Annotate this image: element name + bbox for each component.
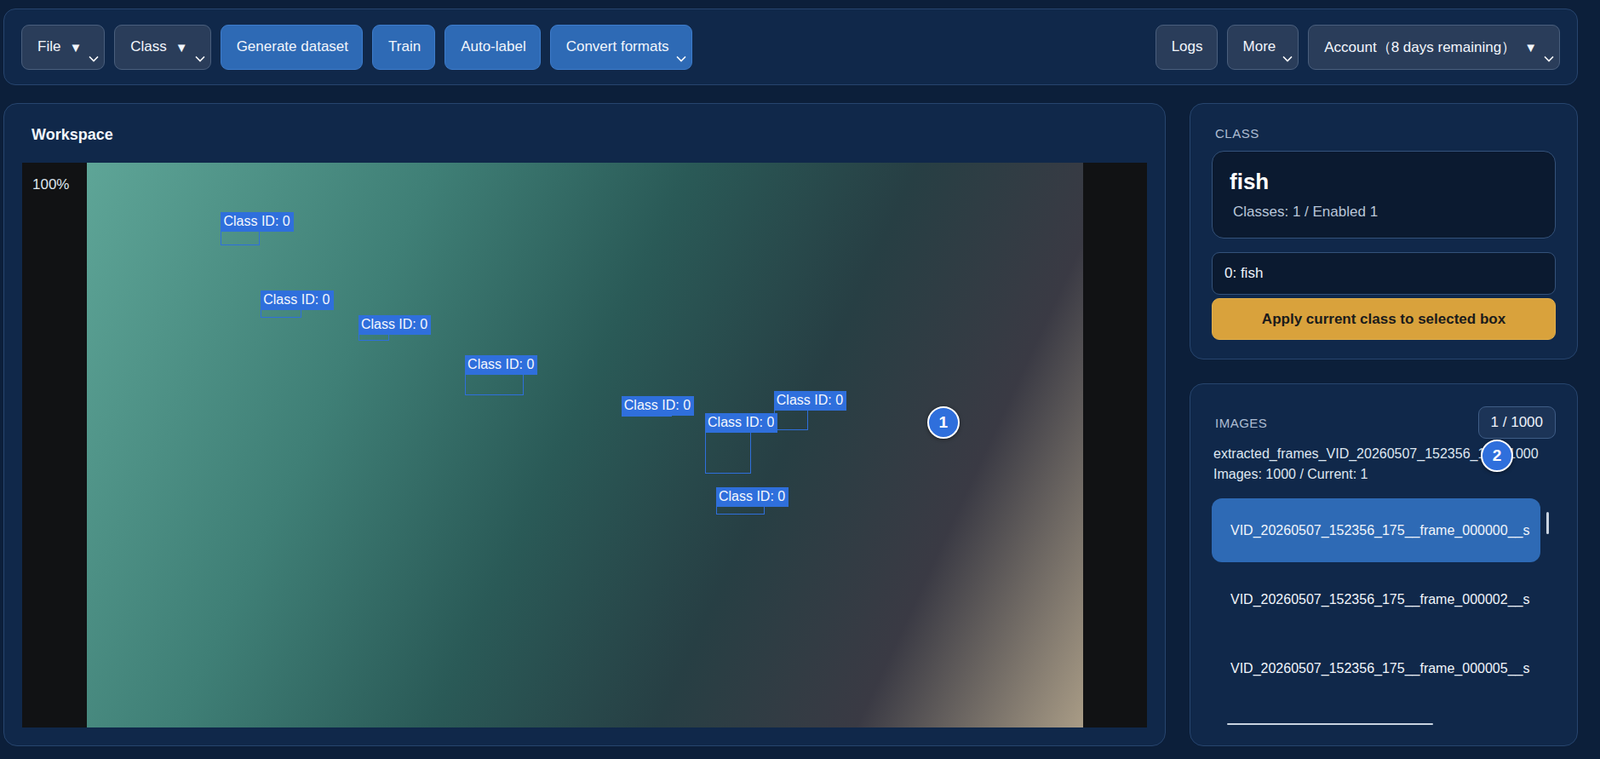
images-header: IMAGES 1 / 1000: [1211, 406, 1556, 439]
class-panel: CLASS fish Classes: 1 / Enabled 1 0: fishAp…: [1189, 103, 1578, 360]
image-frame[interactable]: Class ID: 0Class ID: 0Class ID: 0Class I…: [86, 162, 1084, 728]
bounding-box[interactable]: Class ID: 0: [260, 290, 302, 318]
toolbar-button[interactable]: Convert formats: [550, 24, 693, 70]
toolbar-button[interactable]: Class▼: [114, 24, 211, 70]
toolbar-left: File▼Class▼Generate datasetTrainAuto-lab…: [21, 24, 693, 70]
toolbar-button[interactable]: Train: [372, 24, 436, 70]
marker-badge: 1: [927, 406, 960, 439]
canvas[interactable]: 100%Class ID: 0Class ID: 0Class ID: 0Cla…: [22, 162, 1147, 728]
box-label: Class ID: 0: [621, 395, 694, 416]
workspace-panel: Workspace100%Class ID: 0Class ID: 0Class…: [3, 103, 1166, 746]
marker-badge: 2: [1480, 439, 1514, 472]
sidebar: CLASS fish Classes: 1 / Enabled 1 0: fishAp…: [1189, 103, 1578, 746]
app: File▼Class▼Generate datasetTrainAuto-lab…: [0, 0, 1600, 759]
box-label: Class ID: 0: [774, 390, 847, 411]
toolbar-button[interactable]: File▼: [21, 24, 105, 70]
image-list[interactable]: VID_20260507_152356_175__frame_000000__s…: [1211, 498, 1556, 727]
box-label: Class ID: 0: [464, 355, 538, 375]
toolbar-button[interactable]: Logs: [1155, 24, 1218, 70]
image-row[interactable]: VID_20260507_152356_175__frame_000002__s: [1211, 567, 1541, 631]
vertical-scrollbar[interactable]: [1546, 511, 1549, 534]
images-panel: IMAGES1 / 1000extracted_frames_VID_20260…: [1189, 383, 1578, 746]
box-label: Class ID: 0: [220, 212, 293, 232]
caret-icon: ▼: [68, 40, 82, 55]
bounding-box[interactable]: Class ID: 0: [716, 487, 765, 515]
horizontal-scrollbar[interactable]: [1227, 722, 1434, 725]
box-label: Class ID: 0: [358, 315, 431, 335]
class-summary: Classes: 1 / Enabled 1: [1229, 203, 1538, 221]
chevron-down-icon: [1543, 55, 1555, 63]
bounding-box[interactable]: Class ID: 0: [220, 212, 260, 247]
class-heading: CLASS: [1211, 126, 1556, 141]
zoom-level: 100%: [32, 176, 69, 194]
chevron-down-icon: [676, 55, 687, 63]
bounding-box[interactable]: Class ID: 0: [464, 355, 524, 396]
box-label: Class ID: 0: [716, 487, 789, 507]
image-row[interactable]: VID_20260507_152356_175__frame_000000__s: [1211, 498, 1541, 563]
caret-icon: ▼: [175, 40, 189, 55]
image-counter: 1 / 1000: [1478, 406, 1556, 439]
box-label: Class ID: 0: [705, 412, 778, 433]
class-card: fish Classes: 1 / Enabled 1: [1211, 150, 1556, 239]
toolbar-button[interactable]: More: [1227, 24, 1300, 70]
chevron-down-icon: [1282, 55, 1293, 63]
class-name: fish: [1229, 168, 1538, 195]
toolbar: File▼Class▼Generate datasetTrainAuto-lab…: [3, 8, 1578, 86]
box-label: Class ID: 0: [260, 290, 333, 310]
class-select[interactable]: 0: fish: [1211, 252, 1556, 295]
toolbar-button[interactable]: Generate dataset: [220, 24, 363, 70]
workspace-title: Workspace: [22, 126, 1147, 144]
image-row[interactable]: VID_20260507_152356_175__frame_000005__s: [1211, 636, 1541, 700]
image-list-items: VID_20260507_152356_175__frame_000000__s…: [1211, 498, 1541, 700]
caret-icon: ▼: [1524, 40, 1537, 55]
bounding-box[interactable]: Class ID: 0: [774, 390, 809, 431]
apply-class-button[interactable]: Apply current class to selected box: [1211, 298, 1556, 340]
images-heading: IMAGES: [1211, 415, 1268, 431]
chevron-down-icon: [88, 55, 99, 63]
toolbar-button[interactable]: Auto-label: [444, 24, 541, 70]
toolbar-right: LogsMoreAccount（8 days remaining）▼: [1155, 24, 1560, 70]
toolbar-button[interactable]: Account（8 days remaining）▼: [1307, 24, 1560, 70]
bounding-box[interactable]: Class ID: 0: [358, 315, 390, 341]
main: Workspace100%Class ID: 0Class ID: 0Class…: [3, 103, 1578, 746]
bounding-box[interactable]: Class ID: 0: [621, 395, 673, 417]
bounding-box[interactable]: Class ID: 0: [705, 412, 752, 473]
chevron-down-icon: [194, 55, 206, 63]
